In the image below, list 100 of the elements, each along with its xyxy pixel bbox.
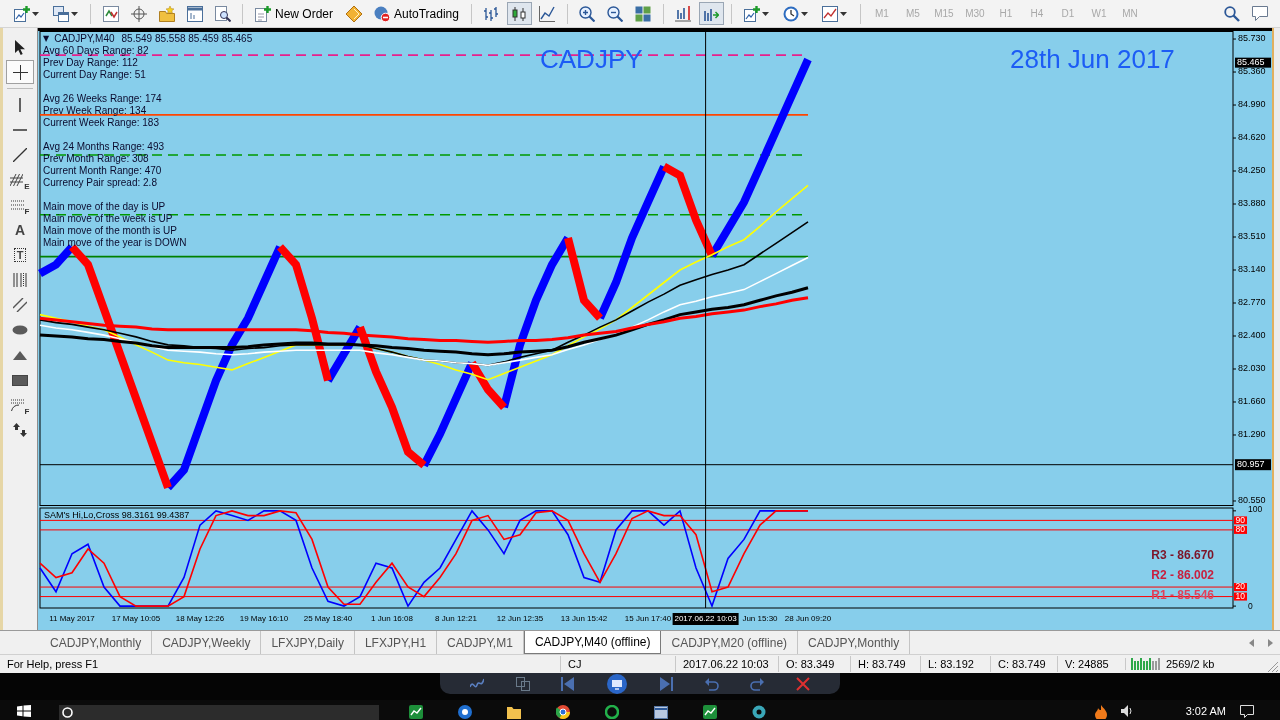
auto-trading-button[interactable]: AutoTrading — [369, 2, 464, 25]
redo-arrow-icon[interactable] — [750, 676, 765, 691]
auto-scroll-button[interactable] — [698, 2, 724, 25]
caret-icon — [31, 11, 39, 16]
hatched-lines-icon — [10, 174, 24, 186]
crosshair-tool[interactable] — [6, 60, 34, 84]
tile-windows-icon — [635, 5, 652, 22]
diagonal-line-icon — [13, 148, 27, 162]
collapse-arrow[interactable]: ▼ — [43, 33, 50, 45]
gear-app-icon[interactable] — [752, 705, 766, 719]
speaker-icon[interactable] — [1120, 705, 1132, 717]
axis-label: 83.510 — [1238, 231, 1266, 242]
caret-icon — [762, 11, 770, 16]
axis-label: 0 — [1248, 601, 1253, 612]
axis-label: 85.730 — [1238, 33, 1266, 44]
fibo-expansion-tool[interactable]: E — [6, 168, 34, 192]
axis-label: 100 — [1248, 503, 1263, 514]
chart-app-icon[interactable] — [409, 705, 423, 719]
pivot-level-text: R2 - 86.002 — [1151, 568, 1214, 582]
window-app-icon[interactable] — [654, 705, 668, 719]
level-tag: 80 — [1234, 524, 1247, 535]
axis-label: 18 May 12:26 — [175, 614, 225, 624]
skip-forward-icon[interactable] — [658, 676, 673, 691]
caret-icon — [70, 11, 78, 16]
price-tag: 80.957 — [1235, 459, 1271, 471]
candlestick-button[interactable] — [506, 2, 532, 25]
axis-label: 81.660 — [1238, 396, 1266, 407]
magnifier-document-icon — [214, 5, 231, 22]
info-line: Prev Day Range: 112 — [43, 57, 138, 69]
resize-grip-icon[interactable] — [1268, 662, 1278, 672]
flame-icon[interactable] — [1094, 705, 1107, 719]
clock-icon — [783, 5, 800, 22]
chart-window-icon — [822, 5, 839, 22]
axis-label: 11 May 2017 — [49, 614, 95, 624]
folder-icon[interactable] — [507, 705, 521, 719]
info-line: Prev Week Range: 134 — [43, 105, 147, 117]
search-circle-icon — [62, 707, 73, 718]
axis-label: 84.620 — [1238, 132, 1266, 143]
axis-label: 25 May 18:40 — [303, 614, 353, 624]
parallel-lines-icon — [13, 298, 27, 312]
diamond-icon — [345, 5, 362, 22]
info-line: Current Week Range: 183 — [43, 117, 159, 129]
info-line: Current Day Range: 51 — [43, 69, 146, 81]
skip-back-icon[interactable] — [561, 676, 576, 691]
chart-shift-icon — [675, 5, 692, 22]
axis-label: 17 May 10:05 — [111, 614, 161, 624]
status-traffic: 2569/2 kb — [1166, 658, 1215, 670]
line-chart-icon — [539, 5, 556, 22]
arrow-marks-icon — [13, 423, 27, 437]
caret-icon — [801, 11, 809, 16]
status-high: H: 83.749 — [850, 656, 920, 672]
taskbar-search-field[interactable] — [59, 705, 379, 720]
level-tag: 20 — [1234, 581, 1247, 592]
ellipse-icon — [12, 325, 28, 335]
info-line: Prev Month Range: 308 — [43, 153, 149, 165]
triangle-left-icon[interactable] — [1249, 638, 1254, 647]
new-order-button[interactable]: New Order — [250, 2, 338, 25]
caret-icon — [840, 11, 848, 16]
fibo-levels-tool[interactable]: F — [6, 193, 34, 217]
info-line: Main move of the year is DOWN — [43, 237, 187, 249]
globe-icon[interactable] — [556, 705, 570, 719]
axis-label: 83.140 — [1238, 264, 1266, 275]
date-label: 28th Jun 2017 — [1010, 44, 1175, 74]
copy-icon[interactable] — [515, 676, 530, 691]
chart-title: SAM's Hi,Lo,Cross 98.3161 99.4387 — [44, 510, 190, 521]
chart-tab[interactable]: CADJPY,M40 (offline) — [523, 631, 662, 654]
crosshair-circle-icon — [130, 5, 147, 22]
crosshair-icon — [12, 64, 28, 80]
document-plus-icon — [255, 5, 271, 22]
stop-circle-icon — [374, 5, 390, 22]
chart-plus-icon — [13, 5, 30, 22]
axis-label: 1 Jun 16:08 — [371, 614, 413, 624]
candlestick-icon — [511, 5, 528, 22]
status-open: O: 83.349 — [778, 656, 850, 672]
fibo-arcs-tool[interactable]: F — [6, 393, 34, 417]
speech-bubble-icon — [1251, 6, 1268, 21]
chart-app-icon[interactable] — [703, 705, 717, 719]
axis-label: 28 Jun 09:20 — [784, 614, 832, 624]
close-icon[interactable] — [796, 676, 811, 691]
status-time: 2017.06.22 10:03 — [675, 656, 778, 672]
taskbar-clock[interactable]: 3:02 AM — [1185, 705, 1226, 718]
horizontal-line-icon — [13, 129, 27, 131]
text-label-tool[interactable]: T — [6, 243, 34, 267]
scribble-icon[interactable] — [469, 676, 484, 691]
text-tool[interactable]: A — [6, 218, 34, 242]
circle-app-icon[interactable] — [458, 705, 472, 719]
axis-label: 84.250 — [1238, 165, 1266, 176]
info-line: Avg 60 Days Range: 82 — [43, 45, 149, 57]
triangle-right-icon[interactable] — [1268, 638, 1273, 647]
ring-app-icon[interactable] — [605, 705, 619, 719]
monitor-icon[interactable] — [607, 673, 628, 694]
pivot-level-text: R3 - 86.670 — [1151, 548, 1214, 562]
axis-label: 85.360 — [1238, 66, 1266, 77]
notification-icon[interactable] — [1240, 705, 1254, 718]
undo-arrow-icon[interactable] — [704, 676, 719, 691]
axis-label: 12 Jun 12:35 — [496, 614, 544, 624]
dotted-lines-icon — [10, 200, 24, 210]
axis-label: 82.030 — [1238, 363, 1266, 374]
window-icon — [186, 5, 203, 22]
windows-logo-icon[interactable] — [17, 705, 31, 717]
